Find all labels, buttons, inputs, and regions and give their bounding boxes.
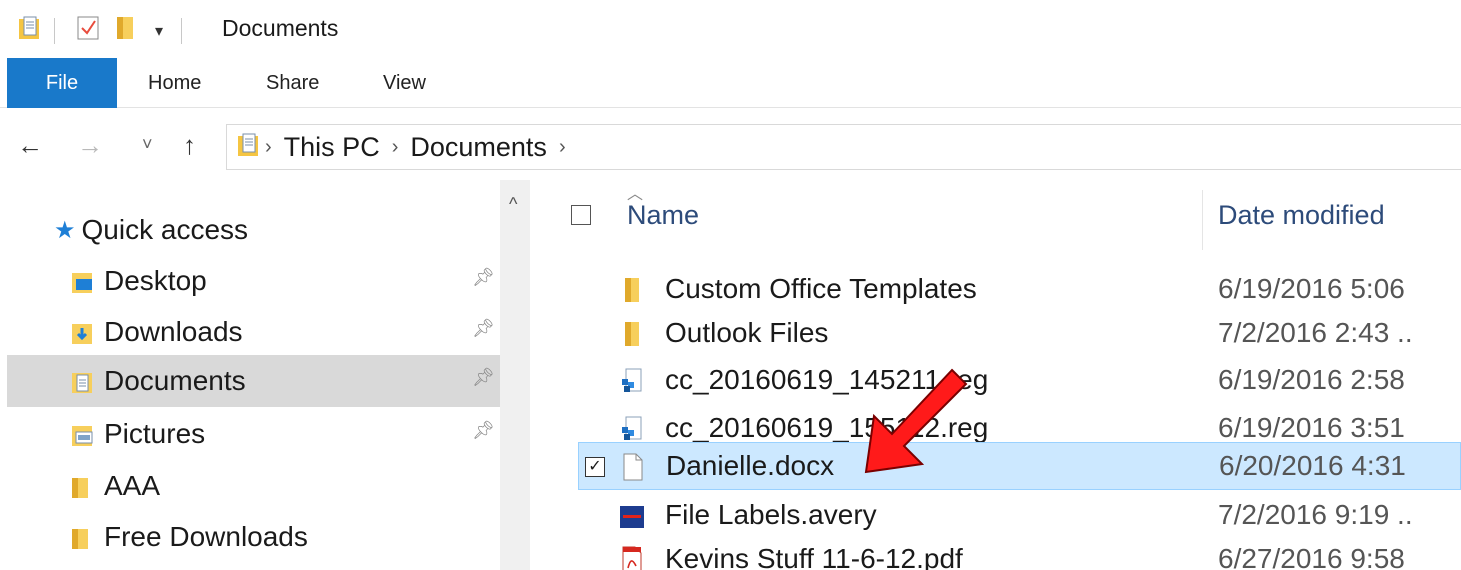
back-arrow-icon[interactable]: ← — [17, 130, 43, 161]
file-row[interactable]: Custom Office Templates 6/19/2016 5:06 — [578, 266, 1461, 314]
tab-home[interactable]: Home — [148, 58, 201, 108]
nav-item-label: AAA — [104, 470, 161, 501]
new-folder-icon[interactable] — [115, 15, 137, 46]
file-name: Danielle.docx — [666, 450, 835, 481]
file-row[interactable]: Outlook Files 7/2/2016 2:43 .. — [578, 310, 1461, 358]
downloads-folder-icon — [72, 321, 92, 344]
tab-file[interactable]: File — [7, 58, 117, 108]
documents-location-icon — [237, 132, 259, 163]
breadcrumb-this-pc[interactable]: This PC — [284, 132, 380, 163]
file-date: 6/19/2016 5:06 — [1218, 273, 1405, 304]
file-name: Kevins Stuff 11-6-12.pdf — [665, 543, 963, 570]
nav-item-documents[interactable]: Documents 📌︎ — [7, 355, 500, 407]
quick-access-toolbar: ▾ — [18, 15, 183, 46]
toolbar-separator — [181, 17, 183, 44]
address-bar[interactable]: › This PC › Documents › — [226, 124, 1461, 170]
nav-scrollbar[interactable] — [500, 180, 530, 570]
quick-access-label: Quick access — [81, 214, 249, 245]
folder-icon — [72, 475, 92, 498]
tab-share[interactable]: Share — [266, 58, 319, 108]
nav-item-label: Desktop — [104, 265, 207, 296]
nav-item-desktop[interactable]: Desktop 📌︎ — [0, 255, 500, 307]
tab-view[interactable]: View — [383, 58, 426, 108]
pin-icon[interactable]: 📌︎ — [472, 420, 495, 441]
quick-access-item[interactable]: ★ Quick access — [54, 210, 248, 250]
blank-file-icon — [621, 453, 645, 481]
file-row-selected[interactable]: ✓ Danielle.docx 6/20/2016 4:31 — [578, 442, 1461, 490]
pin-icon[interactable]: 📌︎ — [472, 318, 495, 339]
pictures-folder-icon — [72, 423, 93, 446]
nav-item-label: Free Downloads — [104, 521, 308, 552]
file-name: File Labels.avery — [665, 499, 877, 530]
registry-file-icon — [620, 367, 644, 395]
customize-toolbar-icon[interactable]: ▾ — [155, 21, 163, 41]
forward-arrow-icon[interactable]: → — [77, 130, 103, 161]
breadcrumb-chevron-icon[interactable]: › — [392, 136, 399, 159]
file-date: 7/2/2016 2:43 .. — [1218, 317, 1413, 348]
select-all-checkbox[interactable] — [571, 205, 591, 225]
column-header-date-modified[interactable]: Date modified — [1218, 200, 1385, 231]
toolbar-separator — [54, 17, 55, 44]
avery-file-icon — [620, 502, 644, 530]
nav-item-label: Downloads — [104, 316, 243, 347]
nav-item-downloads[interactable]: Downloads 📌︎ — [0, 306, 500, 358]
nav-item-label: Documents — [104, 365, 246, 396]
file-date: 6/19/2016 2:58 — [1218, 364, 1405, 395]
nav-item-aaa[interactable]: AAA — [0, 460, 500, 512]
pdf-file-icon — [620, 546, 644, 570]
file-date: 7/2/2016 9:19 .. — [1218, 499, 1413, 530]
file-name: cc_20160619_155112.reg — [665, 412, 989, 443]
folder-icon — [72, 526, 92, 549]
row-checkbox[interactable]: ✓ — [585, 457, 605, 477]
file-name: Custom Office Templates — [665, 273, 977, 304]
folder-icon — [620, 320, 644, 348]
file-date: 6/20/2016 4:31 — [1219, 450, 1406, 481]
breadcrumb-chevron-icon[interactable]: › — [265, 136, 272, 159]
nav-item-label: Pictures — [104, 418, 206, 449]
file-date: 6/19/2016 3:51 — [1218, 412, 1405, 443]
file-list: ︿ Name Date modified Custom Office Templ… — [540, 180, 1461, 570]
file-row[interactable]: cc_20160619_145211.reg 6/19/2016 2:58 — [578, 357, 1461, 405]
navigation-bar: ← → ˅ ↑ › This PC › Documents › — [0, 120, 1461, 180]
nav-item-pictures[interactable]: Pictures 📌︎ — [0, 408, 500, 460]
pin-icon[interactable]: 📌︎ — [472, 367, 495, 388]
file-name: cc_20160619_145211.reg — [665, 364, 989, 395]
column-header-name[interactable]: Name — [627, 200, 699, 231]
ribbon-tabs: File Home Share View — [0, 58, 1461, 108]
pin-icon[interactable]: 📌︎ — [472, 267, 495, 288]
column-divider[interactable] — [1202, 190, 1203, 250]
file-name: Outlook Files — [665, 317, 829, 348]
documents-window-icon[interactable] — [18, 15, 40, 46]
window-title: Documents — [222, 15, 339, 41]
properties-icon[interactable] — [77, 15, 99, 46]
recent-locations-chevron-icon[interactable]: ˅ — [142, 134, 153, 155]
breadcrumb-chevron-icon[interactable]: › — [559, 136, 566, 159]
desktop-folder-icon — [72, 270, 92, 293]
navigation-pane: ★ Quick access Desktop 📌︎ Downloads 📌︎ D… — [0, 180, 540, 570]
breadcrumb-documents[interactable]: Documents — [410, 132, 547, 163]
star-icon: ★ — [54, 216, 76, 244]
up-arrow-icon[interactable]: ↑ — [183, 130, 196, 161]
documents-folder-icon — [72, 370, 92, 393]
file-date: 6/27/2016 9:58 — [1218, 543, 1405, 570]
scroll-up-chevron-icon[interactable]: ^ — [509, 194, 517, 215]
registry-file-icon — [620, 415, 644, 443]
file-row[interactable]: File Labels.avery 7/2/2016 9:19 .. — [578, 492, 1461, 540]
nav-item-free-downloads[interactable]: Free Downloads — [0, 511, 500, 563]
title-bar: ▾ Documents — [0, 0, 1461, 58]
folder-icon — [620, 276, 644, 304]
file-row[interactable]: Kevins Stuff 11-6-12.pdf 6/27/2016 9:58 — [578, 536, 1461, 570]
